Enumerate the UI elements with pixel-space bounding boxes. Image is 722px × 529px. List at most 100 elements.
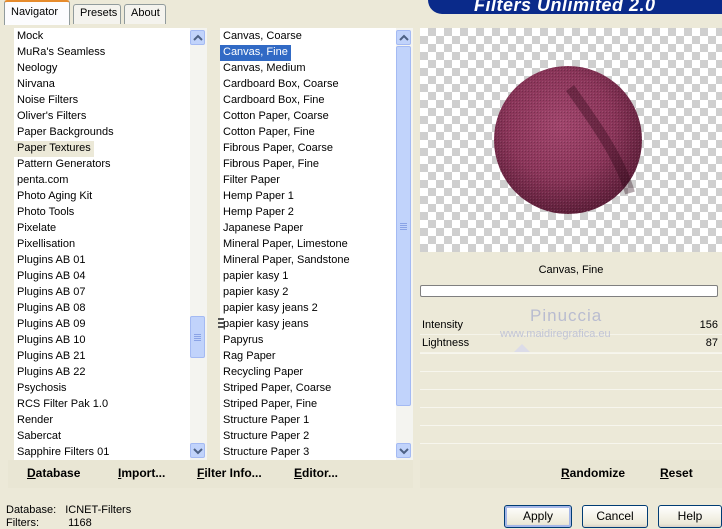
list-item[interactable]: Cotton Paper, Coarse	[220, 109, 332, 125]
list-item[interactable]: Pixelate	[14, 221, 59, 237]
list-item[interactable]: Hemp Paper 1	[220, 189, 297, 205]
cancel-button[interactable]: Cancel	[582, 505, 648, 528]
list-item[interactable]: Pattern Generators	[14, 157, 114, 173]
list-item[interactable]: Filter Paper	[220, 173, 283, 189]
list-item[interactable]: Plugins AB 09	[14, 317, 89, 333]
list-item[interactable]: Rag Paper	[220, 349, 279, 365]
list-item[interactable]: Striped Paper, Coarse	[220, 381, 334, 397]
app-banner: Filters Unlimited 2.0	[428, 0, 722, 14]
help-button[interactable]: Help	[658, 505, 722, 528]
list-item[interactable]: Japanese Paper	[220, 221, 306, 237]
list-item[interactable]: Render	[14, 413, 56, 429]
list-item[interactable]: Paper Textures	[14, 141, 94, 157]
param-value[interactable]: 156	[700, 319, 718, 331]
progress-bar	[420, 285, 718, 297]
list-item[interactable]: penta.com	[14, 173, 71, 189]
chevron-up-icon	[193, 34, 203, 41]
list-item[interactable]: papier kasy 1	[220, 269, 291, 285]
status-label: Database:	[6, 504, 57, 516]
param-slot-empty	[420, 425, 722, 443]
param-slot-empty	[420, 389, 722, 407]
scroll-up-button[interactable]	[190, 30, 205, 45]
apply-button[interactable]: Apply	[504, 505, 572, 528]
list-item[interactable]: Sapphire Filters 01	[14, 445, 112, 460]
list-item[interactable]: Mineral Paper, Sandstone	[220, 253, 353, 269]
list-item[interactable]: Photo Tools	[14, 205, 77, 221]
status-database: Database: ICNET-Filters	[6, 504, 131, 516]
list-item[interactable]: Fibrous Paper, Coarse	[220, 141, 336, 157]
list-item[interactable]: Neology	[14, 61, 60, 77]
list-item[interactable]: Oliver's Filters	[14, 109, 89, 125]
list-item[interactable]: Pixellisation	[14, 237, 78, 253]
database-button[interactable]: Database	[27, 466, 80, 480]
list-item[interactable]: Photo Aging Kit	[14, 189, 95, 205]
list-item[interactable]: Sabercat	[14, 429, 64, 445]
list-item[interactable]: papier kasy 2	[220, 285, 291, 301]
list-item[interactable]: Striped Paper, Fine	[220, 397, 320, 413]
list-item[interactable]: Paper Backgrounds	[14, 125, 117, 141]
list-item[interactable]: RCS Filter Pak 1.0	[14, 397, 111, 413]
param-value[interactable]: 87	[706, 337, 718, 349]
list-item[interactable]: Fibrous Paper, Fine	[220, 157, 322, 173]
list-item[interactable]: Hemp Paper 2	[220, 205, 297, 221]
list-item[interactable]: Plugins AB 04	[14, 269, 89, 285]
param-label: Intensity	[422, 319, 463, 331]
chevron-down-icon	[193, 448, 203, 455]
tab-about[interactable]: About	[124, 4, 166, 24]
list-item[interactable]: papier kasy jeans 2	[220, 301, 321, 317]
scroll-down-button[interactable]	[190, 443, 205, 458]
preview-area	[420, 28, 722, 252]
list-item[interactable]: Structure Paper 3	[220, 445, 312, 460]
filter-scrollbar[interactable]	[396, 28, 413, 460]
reset-button[interactable]: Reset	[660, 466, 693, 480]
tab-bar: Navigator Presets About	[0, 0, 420, 26]
list-item[interactable]: Papyrus	[220, 333, 266, 349]
category-scrollbar[interactable]	[190, 28, 207, 460]
list-item[interactable]: Cotton Paper, Fine	[220, 125, 318, 141]
list-item[interactable]: Canvas, Fine	[220, 45, 291, 61]
list-item[interactable]: papier kasy jeans	[220, 317, 312, 333]
list-item[interactable]: Psychosis	[14, 381, 70, 397]
selected-filter-name: Canvas, Fine	[538, 264, 604, 276]
status-value: 1168	[68, 517, 92, 529]
tab-label: Navigator	[11, 6, 59, 18]
list-item[interactable]: Plugins AB 21	[14, 349, 89, 365]
tab-label: Presets	[80, 7, 118, 19]
list-item[interactable]: Plugins AB 08	[14, 301, 89, 317]
list-item[interactable]: Mock	[14, 29, 46, 45]
list-item[interactable]: Mineral Paper, Limestone	[220, 237, 351, 253]
filter-info-button[interactable]: Filter Info...	[197, 466, 262, 480]
list-item[interactable]: Structure Paper 2	[220, 429, 312, 445]
list-item[interactable]: Cardboard Box, Coarse	[220, 77, 342, 93]
filter-list[interactable]: Canvas, Coarse Canvas, Fine Canvas, Medium…	[220, 28, 396, 460]
category-list[interactable]: Mock MuRa's Seamless Neology Nirvana Noise F…	[14, 28, 190, 460]
scroll-thumb[interactable]	[190, 316, 205, 358]
list-item[interactable]: Plugins AB 10	[14, 333, 89, 349]
status-label: Filters:	[6, 517, 39, 529]
list-item[interactable]: Canvas, Coarse	[220, 29, 305, 45]
list-item[interactable]: Recycling Paper	[220, 365, 306, 381]
list-item[interactable]: Plugins AB 22	[14, 365, 89, 381]
list-item[interactable]: MuRa's Seamless	[14, 45, 108, 61]
list-item[interactable]: Plugins AB 01	[14, 253, 89, 269]
randomize-button[interactable]: Randomize	[561, 466, 625, 480]
status-value: ICNET-Filters	[65, 504, 132, 516]
list-item[interactable]: Noise Filters	[14, 93, 81, 109]
scroll-down-button[interactable]	[396, 443, 411, 458]
list-item[interactable]: Nirvana	[14, 77, 58, 93]
status-filters: Filters: 1168	[6, 517, 92, 529]
tab-presets[interactable]: Presets	[73, 4, 121, 24]
list-item[interactable]: Canvas, Medium	[220, 61, 309, 77]
editor-button[interactable]: Editor...	[294, 466, 338, 480]
list-item[interactable]: Cardboard Box, Fine	[220, 93, 328, 109]
list-item[interactable]: Plugins AB 07	[14, 285, 89, 301]
param-label: Lightness	[422, 337, 470, 349]
preview-image	[494, 66, 642, 214]
scroll-thumb[interactable]	[396, 46, 411, 406]
scroll-up-button[interactable]	[396, 30, 411, 45]
list-item[interactable]: Structure Paper 1	[220, 413, 312, 429]
import-button[interactable]: Import...	[118, 466, 165, 480]
tab-navigator[interactable]: Navigator	[4, 0, 70, 25]
param-slot-empty	[420, 443, 722, 461]
param-slot-empty	[420, 353, 722, 371]
